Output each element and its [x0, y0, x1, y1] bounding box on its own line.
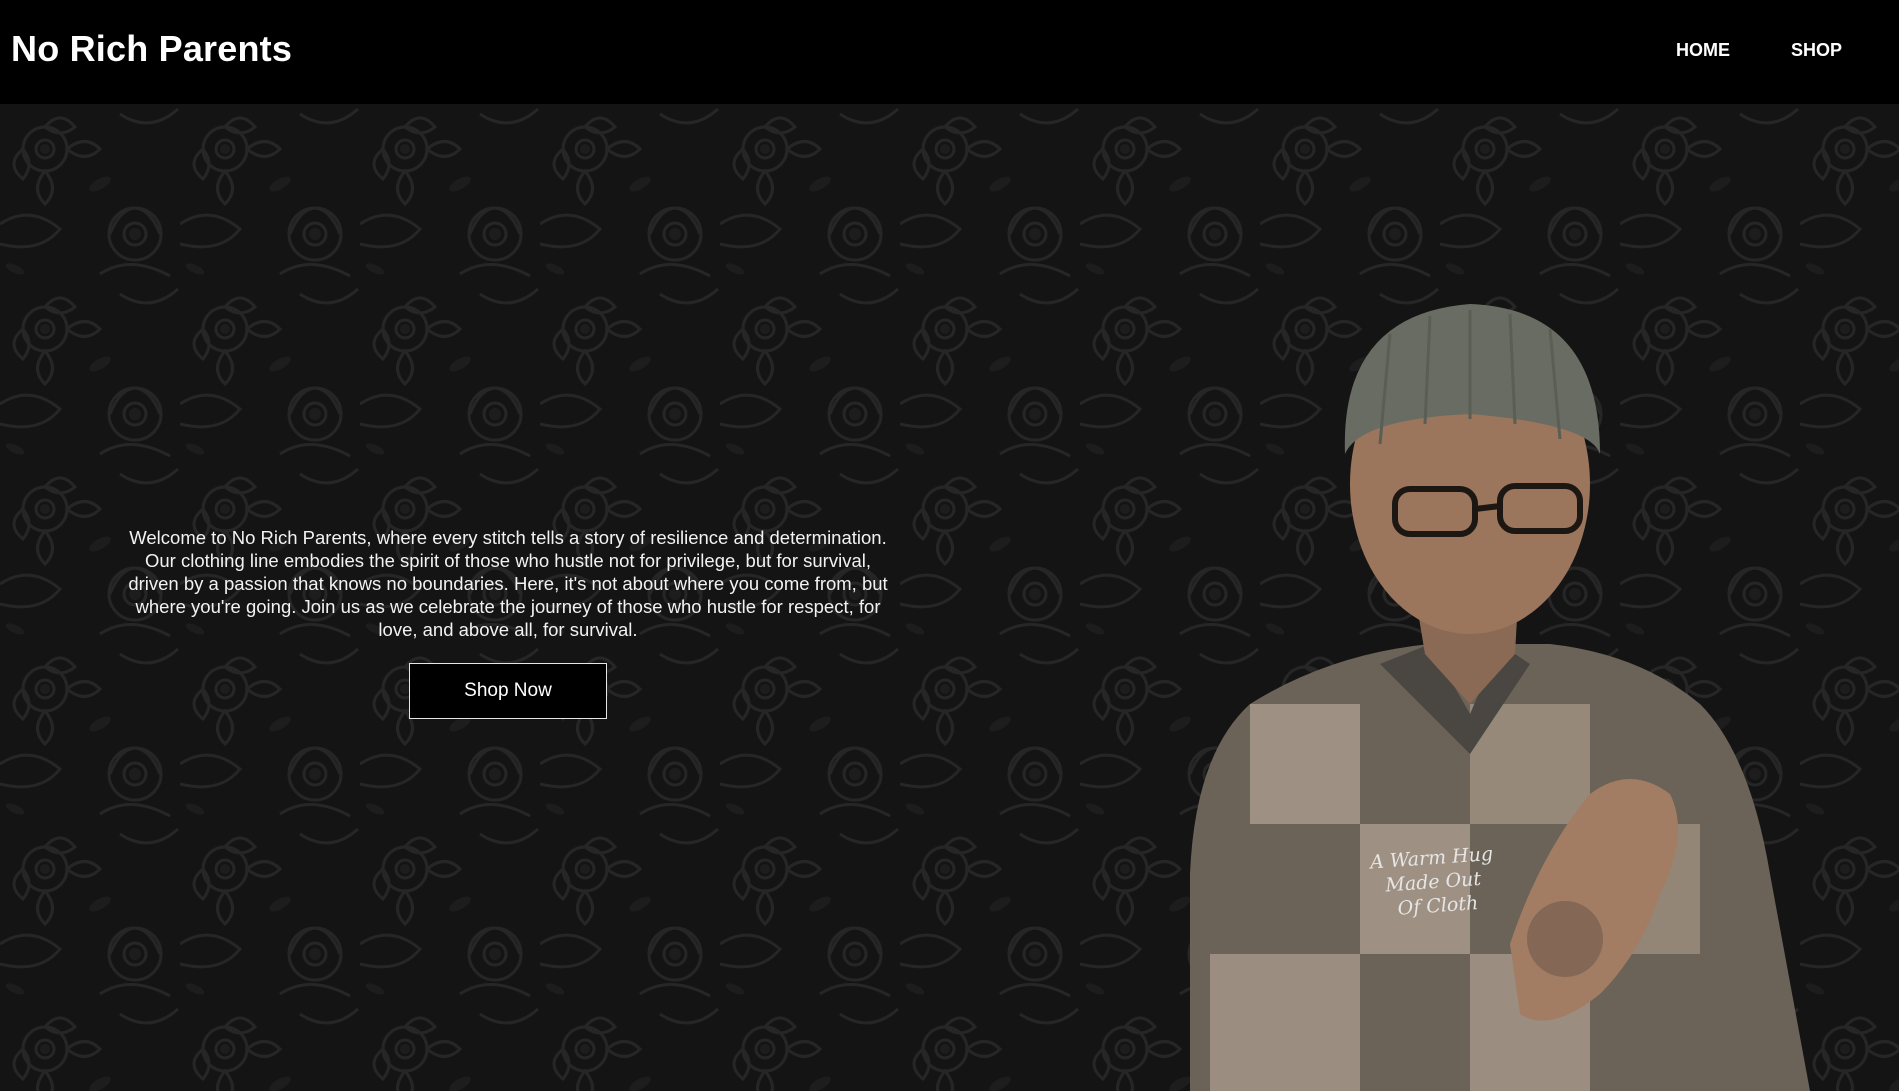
main-nav: HOME SHOP: [1676, 40, 1842, 61]
shop-now-button[interactable]: Shop Now: [409, 663, 607, 719]
site-header: No Rich Parents HOME SHOP: [0, 0, 1899, 104]
hero-section: Welcome to No Rich Parents, where every …: [0, 104, 1899, 1091]
model-photo: A Warm Hug Made Out Of Cloth: [1190, 304, 1810, 1091]
hero-description: Welcome to No Rich Parents, where every …: [128, 527, 888, 640]
brand-logo-text[interactable]: No Rich Parents: [11, 28, 292, 70]
nav-home-link[interactable]: HOME: [1676, 40, 1730, 61]
nav-shop-link[interactable]: SHOP: [1791, 40, 1842, 61]
